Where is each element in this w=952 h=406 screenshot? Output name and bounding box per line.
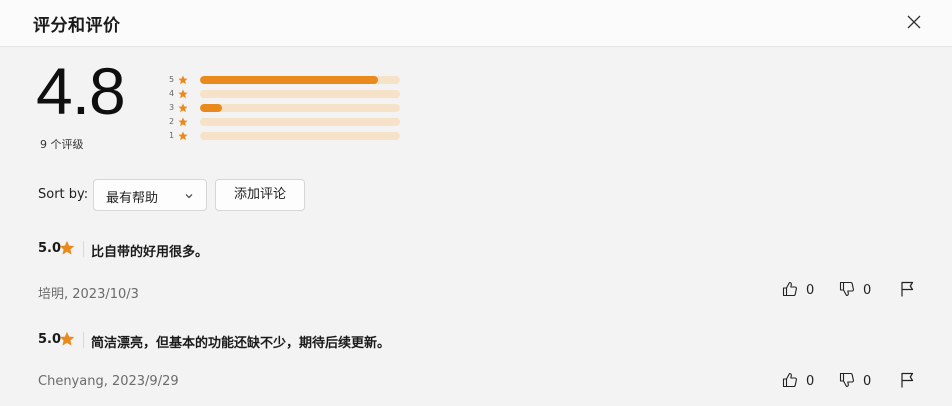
histogram-bar — [200, 76, 400, 84]
review-author-date: Chenyang, 2023/9/29 — [38, 374, 179, 389]
histogram-star-label: 4 — [169, 89, 175, 98]
dialog-header: 评分和评价 — [0, 0, 952, 47]
star-icon — [59, 240, 75, 255]
average-rating: 4.8 — [36, 54, 126, 128]
review-text: 简洁漂亮，但基本的功能还缺不少，期待后续更新。 — [91, 336, 391, 351]
like-count: 0 — [806, 283, 815, 298]
review-author-date: 培明, 2023/10/3 — [38, 287, 139, 302]
review-score: 5.0 — [38, 332, 62, 347]
close-icon[interactable] — [905, 13, 923, 31]
histogram-star-label: 2 — [169, 117, 175, 126]
histogram-star-label: 3 — [169, 103, 175, 112]
histogram-row: 3 — [169, 102, 409, 114]
star-icon — [178, 75, 188, 85]
flag-icon[interactable] — [898, 280, 916, 298]
histogram-bar — [200, 132, 400, 140]
dislike-count: 0 — [863, 283, 872, 298]
star-icon — [178, 131, 188, 141]
dislike-count: 0 — [863, 374, 872, 389]
star-icon — [178, 103, 188, 113]
review-text: 比自带的好用很多。 — [91, 245, 209, 260]
thumbs-up-icon[interactable] — [781, 371, 799, 389]
thumbs-down-icon[interactable] — [838, 280, 856, 298]
histogram-star-label: 5 — [169, 75, 175, 84]
star-icon — [59, 331, 75, 346]
add-review-button[interactable]: 添加评论 — [215, 179, 305, 211]
review-item: 5.0 比自带的好用很多。 培明, 2023/10/3 0 0 — [0, 240, 952, 331]
flag-icon[interactable] — [898, 371, 916, 389]
star-icon — [178, 89, 188, 99]
histogram-row: 1 — [169, 130, 409, 142]
sort-dropdown[interactable]: 最有帮助 — [93, 179, 207, 211]
histogram-bar — [200, 118, 400, 126]
histogram-star-label: 1 — [169, 131, 175, 140]
thumbs-up-icon[interactable] — [781, 280, 799, 298]
histogram-bar-fill — [200, 76, 378, 84]
thumbs-down-icon[interactable] — [838, 371, 856, 389]
histogram-bar — [200, 90, 400, 98]
histogram-bar-fill — [200, 104, 222, 112]
review-item: 5.0 简洁漂亮，但基本的功能还缺不少，期待后续更新。 Chenyang, 20… — [0, 331, 952, 406]
histogram-row: 2 — [169, 116, 409, 128]
divider — [83, 332, 84, 348]
sort-label: Sort by: — [38, 187, 89, 202]
histogram-row: 4 — [169, 88, 409, 100]
review-score: 5.0 — [38, 241, 62, 256]
rating-count: 9 个评级 — [40, 138, 84, 151]
divider — [83, 241, 84, 257]
histogram-bar — [200, 104, 400, 112]
chevron-down-icon — [185, 194, 193, 199]
dialog-title: 评分和评价 — [33, 16, 121, 36]
histogram-row: 5 — [169, 74, 409, 86]
star-icon — [178, 117, 188, 127]
sort-dropdown-value: 最有帮助 — [106, 191, 159, 206]
like-count: 0 — [806, 374, 815, 389]
